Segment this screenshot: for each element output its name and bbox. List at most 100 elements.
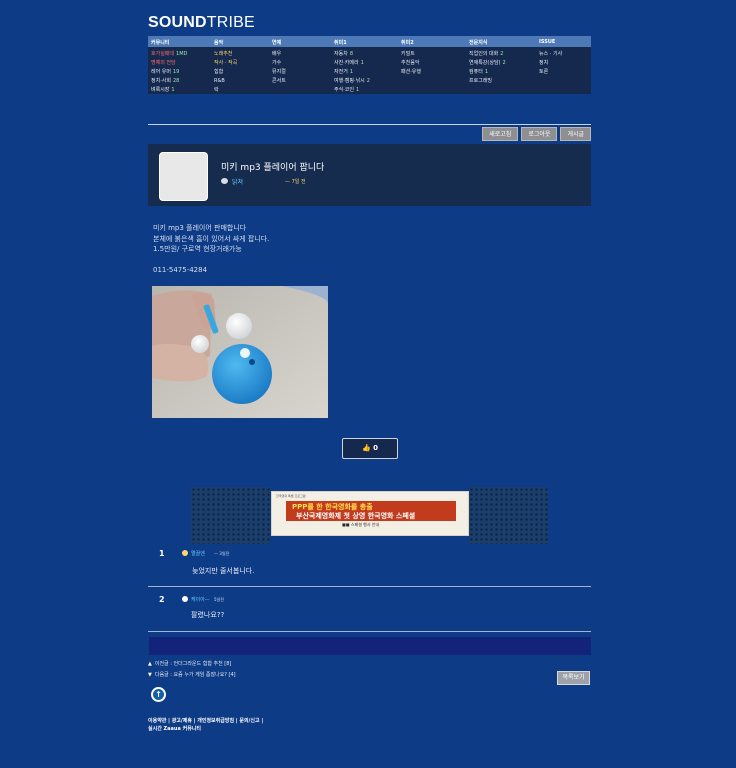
- nav-item[interactable]: 토론: [539, 68, 562, 77]
- nav-column-music: 노래추천작사 · 작곡 힙합 R&B 락: [214, 50, 237, 95]
- nav-item-label: 배우: [272, 51, 282, 57]
- nav-column-community: 호가실패데 1MD 명예의 전당 레어 유머 19 정치·사회 28 벼룩시장 1: [151, 50, 187, 95]
- ad-top-text: 한국영화 특별 프로그램: [276, 494, 306, 498]
- nav-column-entertainment: 배우가수 뮤지컬콘서트: [272, 50, 286, 86]
- nav-header-hobby2[interactable]: 취미2: [401, 39, 414, 46]
- nav-header-entertainment[interactable]: 연예: [272, 39, 281, 46]
- footer-tagline: 실시간 Zaaua 커뮤니티: [148, 726, 201, 732]
- nav-item[interactable]: 프로그래밍: [469, 77, 506, 86]
- comment-author[interactable]: 엘끌엔: [191, 550, 205, 557]
- nav-item[interactable]: 키덜트: [401, 50, 421, 59]
- nav-item-label: 키덜트: [401, 51, 415, 57]
- nav-header-music[interactable]: 음악: [214, 39, 223, 46]
- footer: 이용약관 | 광고/제휴 | 개인정보취급방침 | 문의/신고 | 실시간 Za…: [148, 717, 263, 733]
- nav-item[interactable]: 벼룩시장 1: [151, 86, 187, 95]
- nav-item-count: 2: [366, 78, 370, 84]
- comment-number: 1: [159, 549, 165, 558]
- comment-item: 1 엘끌엔 — 3일전 늦었지만 줄서봅니다.: [148, 546, 591, 586]
- comment-time: 5일전: [214, 597, 224, 602]
- nav-item[interactable]: 가수: [272, 59, 286, 68]
- like-button[interactable]: 👍 0: [342, 438, 398, 459]
- nav-item[interactable]: 주식·코인 1: [334, 86, 370, 95]
- logout-button[interactable]: 로그아웃: [521, 127, 558, 141]
- nav-item-label: 컴퓨터: [469, 69, 483, 75]
- nav-item[interactable]: 콘서트: [272, 77, 286, 86]
- nav-column-expertise: 직업인의 대화 2 연애특강(상담) 2 컴퓨터 1 프로그래밍: [469, 50, 506, 86]
- nav-item-label: 여행·캠핑·낚시: [334, 78, 365, 84]
- nav-header-expertise[interactable]: 전문지식: [469, 39, 487, 46]
- nav-column-issue: 뉴스 · 기사 정치 토론: [539, 50, 562, 77]
- ad-subheadline: 부산국제영화제 첫 상영 한국영화 스페셜: [296, 512, 416, 520]
- nav-item-label: 락: [214, 87, 219, 93]
- nav-item[interactable]: 레어 유머 19: [151, 68, 187, 77]
- nav-column-hobby2: 키덜트추천음악 패션·유행: [401, 50, 421, 77]
- logo-bold: SOUND: [148, 14, 207, 31]
- nav-item[interactable]: 자전거 1: [334, 68, 370, 77]
- nav-item[interactable]: 컴퓨터 1: [469, 68, 506, 77]
- nav-item-count: 2: [500, 51, 504, 57]
- nav-item-label: 노래추천: [214, 51, 233, 57]
- nav-item[interactable]: 정치·사회 28: [151, 77, 187, 86]
- nav-item-label: 레어 유머: [151, 69, 171, 75]
- nav-item-label: 자동차: [334, 51, 348, 57]
- nav-item[interactable]: 뮤지컬: [272, 68, 286, 77]
- post-phone: 011-5475-4284: [153, 266, 208, 274]
- nav-item-label: 호가실패데: [151, 51, 175, 57]
- nav-item[interactable]: 사진·카메라 1: [334, 59, 370, 68]
- nav-item-count: 1: [360, 60, 364, 66]
- nav-item[interactable]: 패션·유행: [401, 68, 421, 77]
- body-line: 1.5만원/ 구로역 현장거래가능: [153, 245, 242, 253]
- nav-item-label: 콘서트: [272, 78, 286, 84]
- prev-post-link[interactable]: ▲ 이전글 : 언더그라운드 힙합 추천 [8]: [148, 660, 231, 667]
- comment-divider: [148, 631, 591, 632]
- nav-item-label: 벼룩시장: [151, 87, 170, 93]
- nav-item[interactable]: 명예의 전당: [151, 59, 187, 68]
- scroll-top-button[interactable]: ↑: [151, 687, 166, 702]
- nav-header-hobby1[interactable]: 취미1: [334, 39, 347, 46]
- board-button[interactable]: 게시글: [560, 127, 591, 141]
- ad-side-pattern-right: [469, 487, 548, 544]
- next-post-text: 다음글 : 요즘 누가 게임 좀잖나요? [4]: [154, 672, 236, 678]
- body-line: 본체에 붉은색 흠이 있어서 싸게 팝니다.: [153, 234, 270, 243]
- nav-item-count: 1: [349, 69, 353, 75]
- nav-item-label: 사진·카메라: [334, 60, 359, 66]
- comment-number: 2: [159, 595, 165, 604]
- site-logo[interactable]: SOUNDTRIBE: [148, 14, 255, 32]
- comment-author[interactable]: 케이아—: [191, 596, 210, 603]
- comment-divider: [148, 586, 591, 587]
- nav-item[interactable]: 뉴스 · 기사: [539, 50, 562, 59]
- nav-item[interactable]: 직업인의 대화 2: [469, 50, 506, 59]
- nav-item[interactable]: 자동차 8: [334, 50, 370, 59]
- ad-banner[interactable]: 한국영화 특별 프로그램 PPP를 한 한국영화를 총출 부산국제영화제 첫 상…: [271, 491, 469, 536]
- nav-item[interactable]: 정치: [539, 59, 562, 68]
- comment-item: 2 케이아— 5일전 팔렸나요??: [148, 592, 591, 630]
- user-level-icon: [182, 596, 188, 602]
- nav-item-count: 1: [356, 87, 360, 93]
- nav-item[interactable]: 호가실패데 1MD: [151, 50, 187, 59]
- nav-item[interactable]: 추천음악: [401, 59, 421, 68]
- nav-item[interactable]: 힙합: [214, 68, 237, 77]
- product-photo: [152, 286, 328, 418]
- refresh-button[interactable]: 새로고침: [482, 127, 519, 141]
- post-author[interactable]: 닭쳐: [232, 177, 243, 186]
- nav-item[interactable]: 여행·캠핑·낚시 2: [334, 77, 370, 86]
- comment-text: 팔렸나요??: [191, 611, 225, 619]
- footer-links[interactable]: 이용약관 | 광고/제휴 | 개인정보취급방침 | 문의/신고 |: [148, 717, 263, 725]
- nav-item[interactable]: 락: [214, 86, 237, 95]
- nav-header-community[interactable]: 커뮤니티: [151, 39, 169, 46]
- list-button[interactable]: 목록보기: [557, 671, 590, 685]
- comment-time: — 3일전: [214, 551, 230, 556]
- comment-input-band[interactable]: [149, 637, 591, 655]
- nav-item[interactable]: 노래추천: [214, 50, 237, 59]
- nav-item[interactable]: 작사 · 작곡: [214, 59, 237, 68]
- nav-item[interactable]: 배우: [272, 50, 286, 59]
- nav-item-label: 뮤지컬: [272, 69, 286, 75]
- nav-column-hobby1: 자동차 8 사진·카메라 1 자전거 1 여행·캠핑·낚시 2 주식·코인 1: [334, 50, 370, 95]
- ad-side-pattern-left: [191, 487, 270, 544]
- nav-header-issue[interactable]: ISSUE: [539, 39, 555, 45]
- speech-bubble-icon: [221, 178, 228, 184]
- triangle-down-icon: ▼: [148, 672, 152, 678]
- nav-item[interactable]: R&B: [214, 77, 237, 86]
- next-post-link[interactable]: ▼ 다음글 : 요즘 누가 게임 좀잖나요? [4]: [148, 671, 236, 678]
- nav-item[interactable]: 연애특강(상담) 2: [469, 59, 506, 68]
